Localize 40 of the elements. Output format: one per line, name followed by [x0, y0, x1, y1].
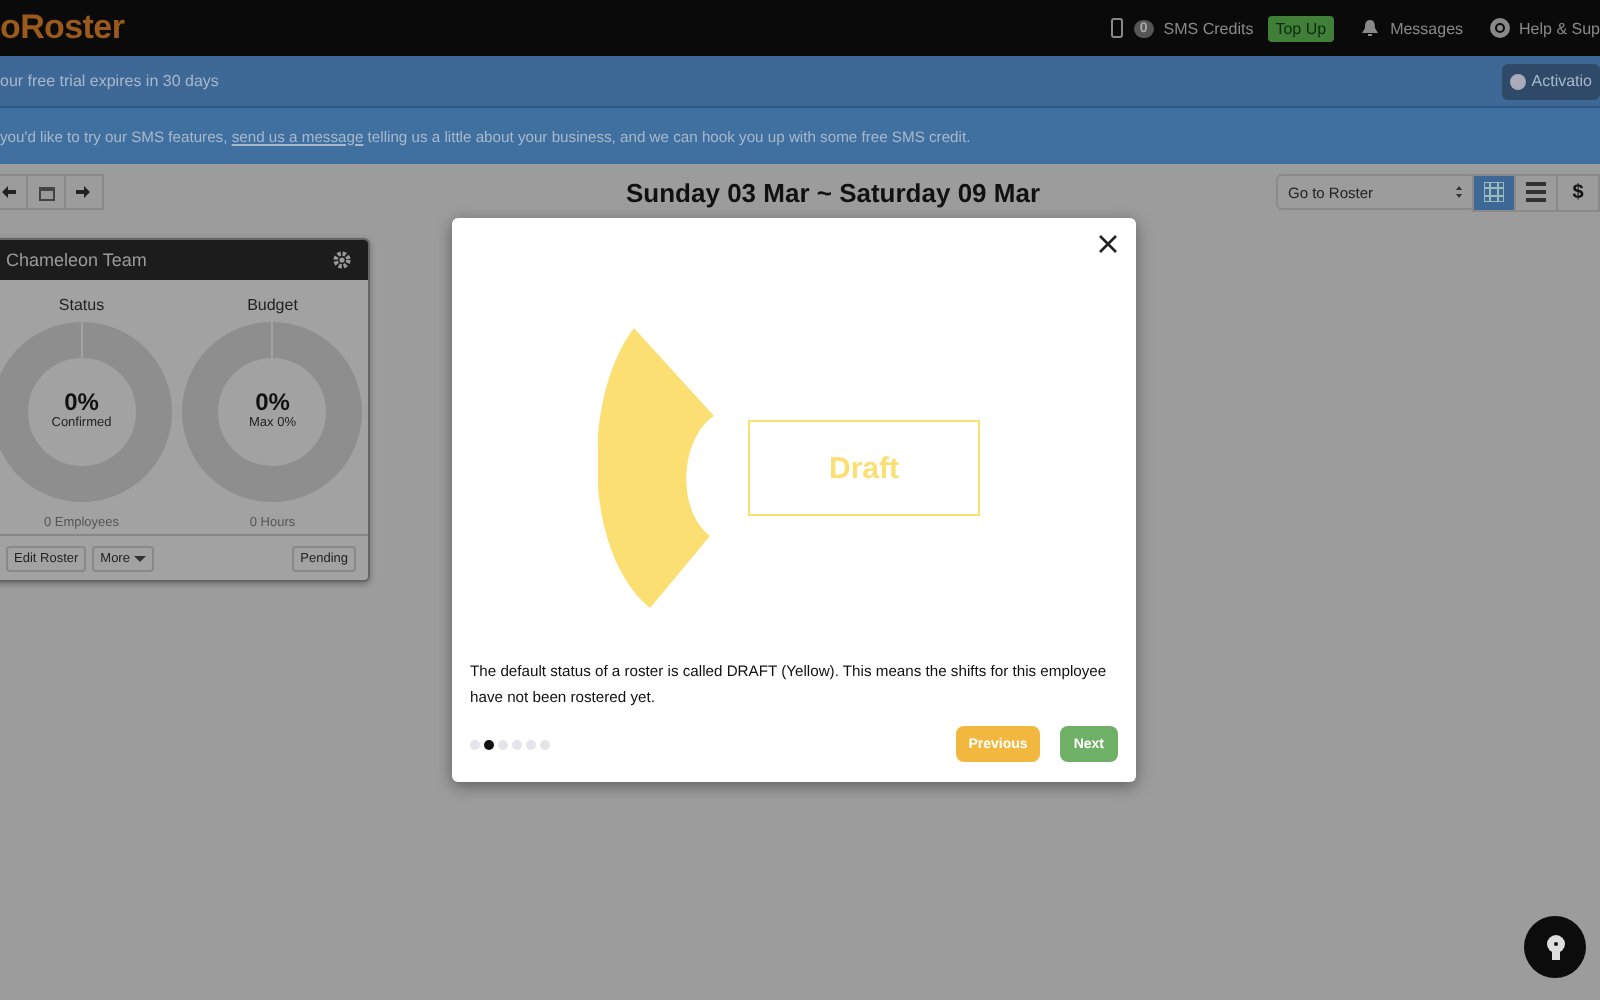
dollar-view-button[interactable]: $ — [1556, 173, 1600, 211]
grid-icon — [1484, 182, 1504, 202]
draft-label: Draft — [828, 451, 899, 485]
step-dot[interactable] — [484, 739, 494, 749]
caret-icon — [133, 555, 146, 561]
left-arrow-icon — [0, 184, 16, 200]
step-dot[interactable] — [540, 739, 550, 749]
gauge-value: 0% — [253, 388, 292, 416]
app-logo[interactable]: oRoster — [0, 8, 125, 48]
right-arrow-icon — [76, 184, 92, 200]
top-up-button[interactable]: Top Up — [1267, 15, 1335, 41]
close-icon — [1098, 234, 1118, 254]
step-dot[interactable] — [526, 739, 536, 749]
gauge-value: 0% — [62, 388, 101, 416]
grid-view-button[interactable] — [1472, 173, 1516, 211]
activation-button[interactable]: Activatio — [1501, 63, 1600, 99]
phone-icon — [1109, 18, 1124, 38]
gauge-title: Budget — [247, 296, 298, 314]
tips-button[interactable] — [1524, 916, 1586, 978]
trial-notice: our free trial expires in 30 days — [0, 72, 219, 90]
select-arrows-icon — [1454, 184, 1464, 200]
help-icon — [1489, 18, 1510, 38]
team-name: Chameleon Team — [6, 250, 147, 270]
next-week-button[interactable] — [64, 174, 104, 210]
step-dot[interactable] — [512, 739, 522, 749]
gauge-title: Status — [58, 296, 105, 314]
step-dot[interactable] — [470, 739, 480, 749]
settings-icon — [332, 250, 352, 270]
help-link[interactable]: Help & Sup — [1519, 19, 1600, 37]
messages-link[interactable]: Messages — [1390, 19, 1464, 37]
calendar-button[interactable] — [26, 174, 66, 210]
step-dot[interactable] — [498, 739, 508, 749]
close-button[interactable] — [1098, 234, 1118, 254]
date-range-title: Sunday 03 Mar ~ Saturday 09 Mar — [626, 178, 1041, 208]
list-icon — [1526, 182, 1546, 202]
list-view-button[interactable] — [1514, 173, 1558, 211]
previous-week-button[interactable] — [0, 174, 28, 210]
calendar-icon — [37, 183, 55, 201]
bell-icon — [1360, 18, 1381, 38]
sms-credits-label: SMS Credits — [1163, 19, 1254, 37]
